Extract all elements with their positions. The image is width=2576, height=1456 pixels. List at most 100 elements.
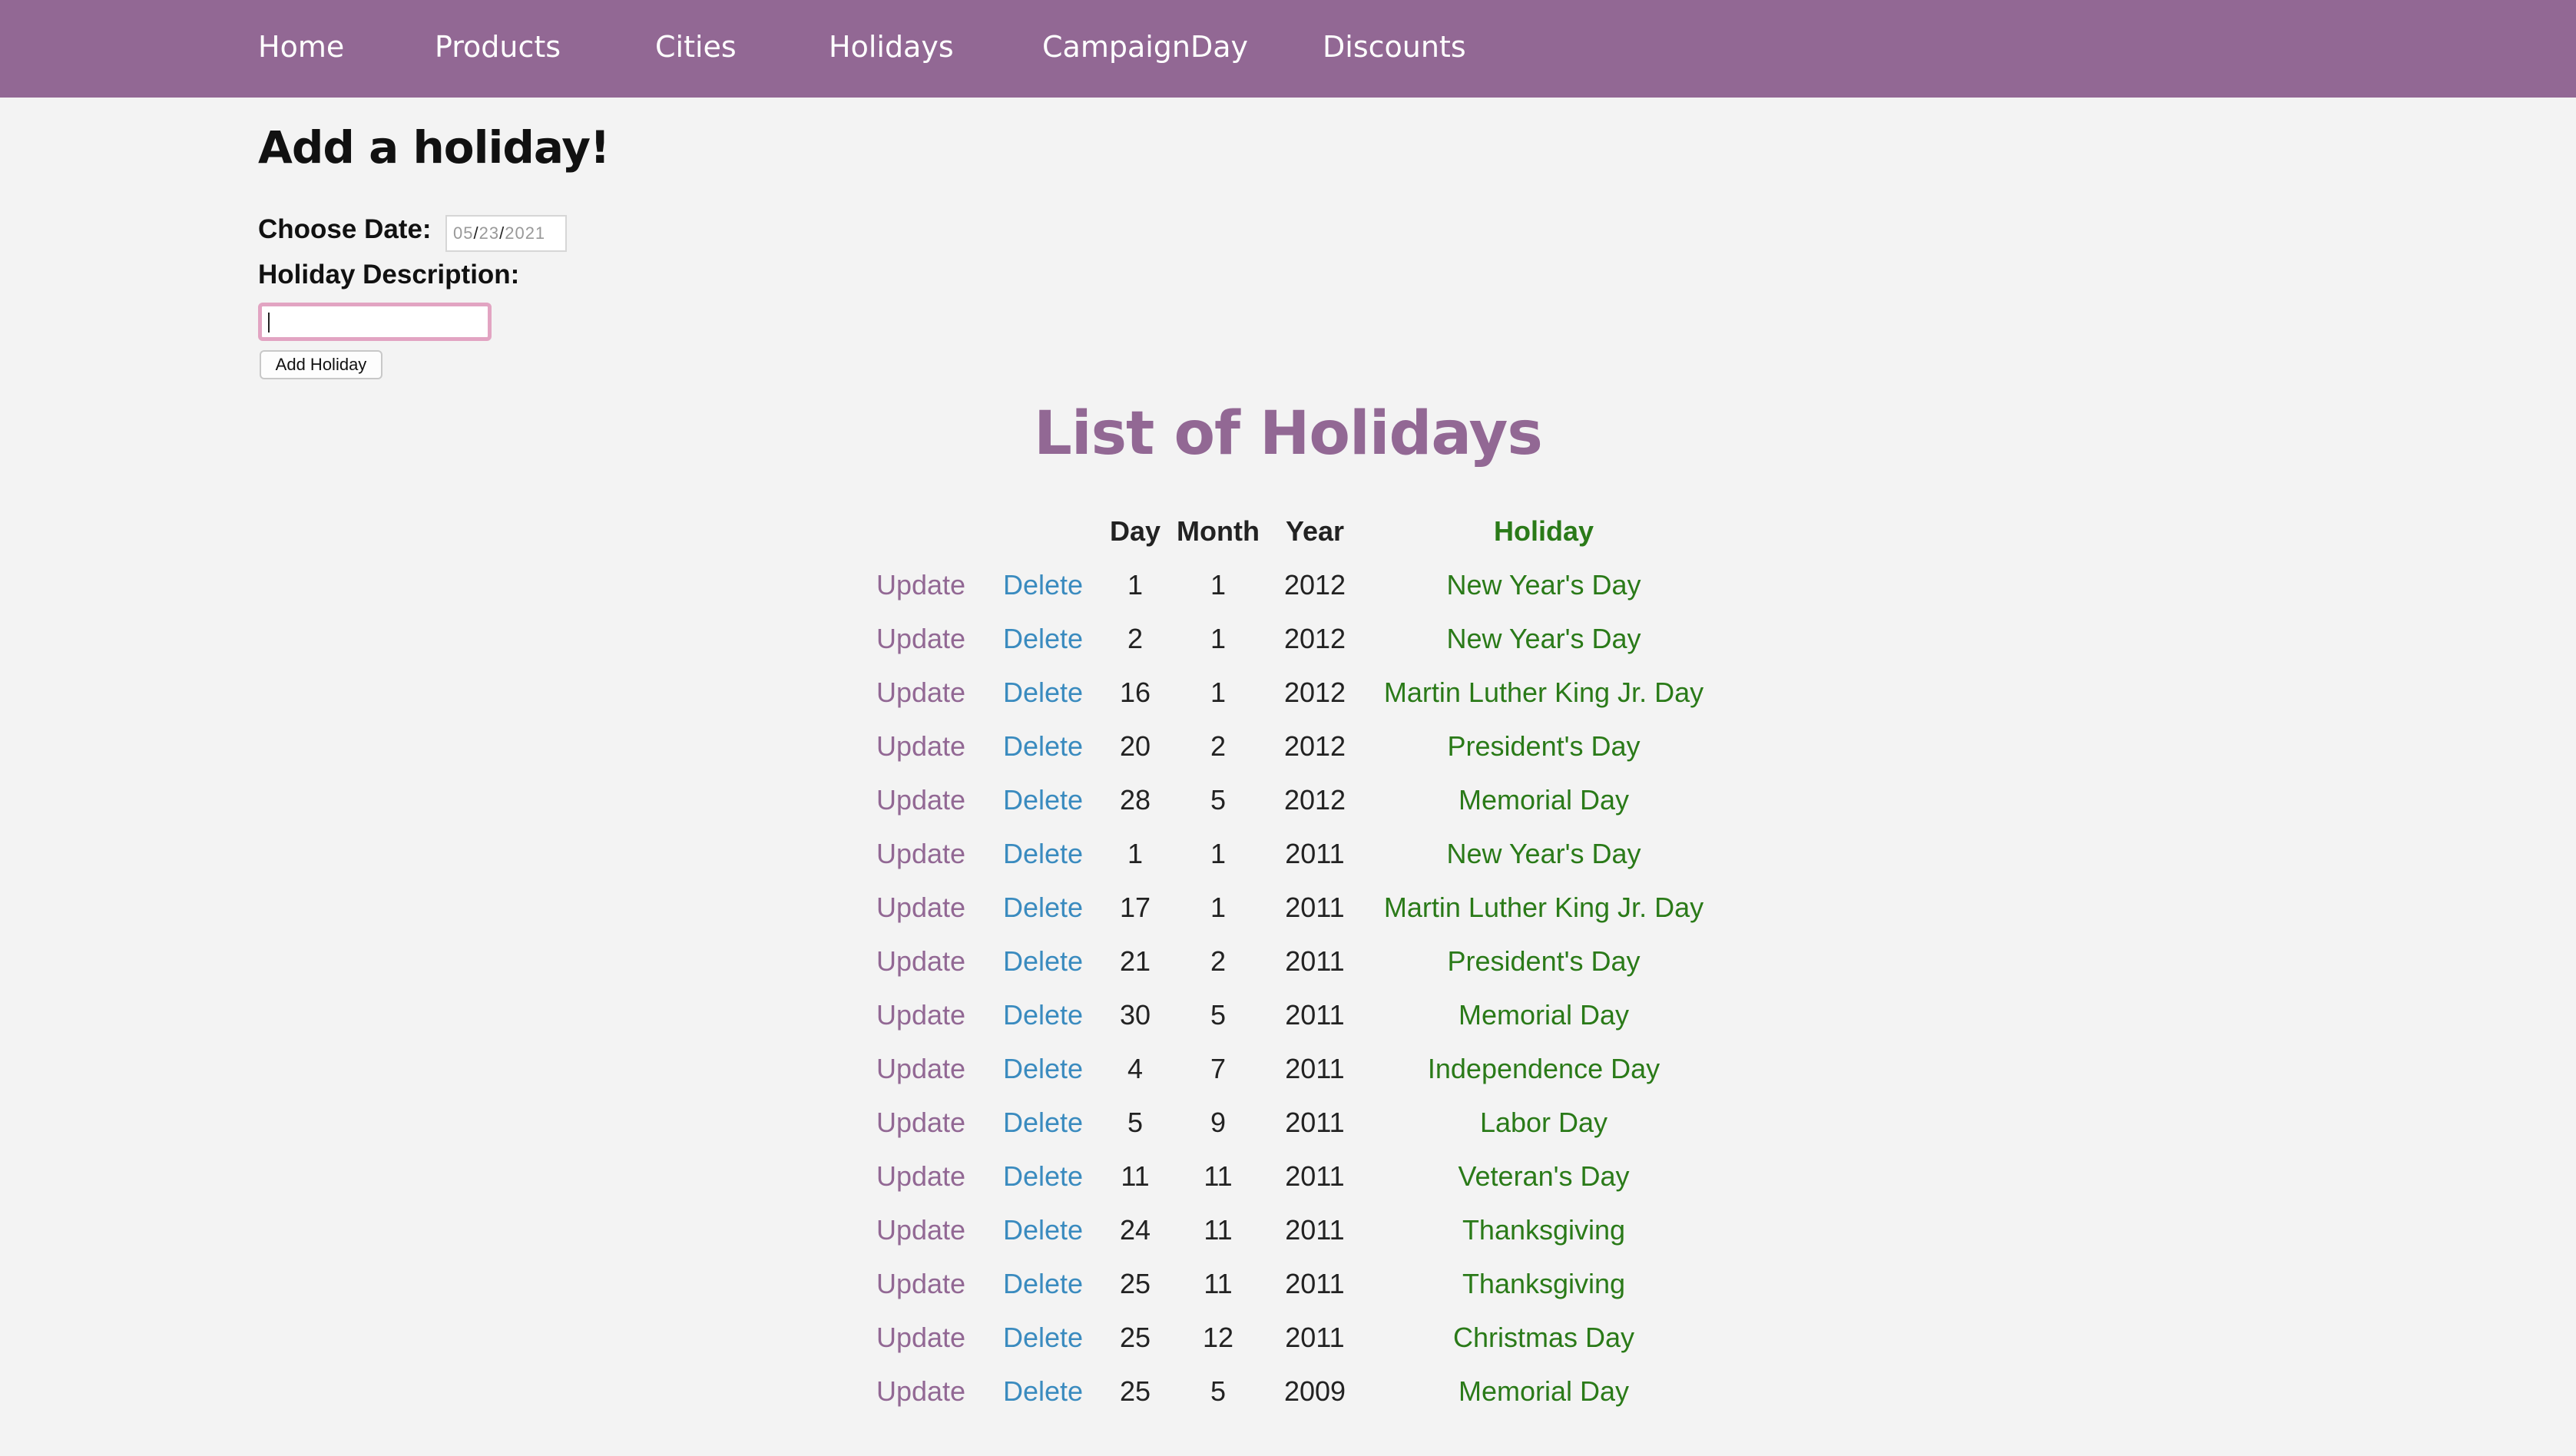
cell-month: 11 (1204, 1268, 1233, 1299)
update-link[interactable]: Update (853, 988, 989, 1042)
table-row: Update Delete 30 5 2011 Memorial Day (0, 988, 2576, 1042)
cell-year: 2011 (1285, 945, 1345, 977)
cell-holiday: New Year's Day (1446, 838, 1641, 869)
update-link[interactable]: Update (853, 1042, 989, 1096)
cell-year: 2012 (1283, 730, 1346, 762)
delete-link[interactable]: Delete (991, 1203, 1095, 1257)
cell-month: 1 (1210, 677, 1227, 708)
cell-year: 2012 (1283, 677, 1346, 708)
holiday-table: Update Delete 1 1 2012 New Year's Day Update De… (0, 0, 2576, 1456)
cell-year: 2012 (1283, 623, 1346, 654)
cell-day: 1 (1127, 569, 1144, 601)
cell-holiday: Memorial Day (1458, 784, 1630, 816)
update-link[interactable]: Update (853, 935, 989, 988)
cell-day: 30 (1119, 999, 1151, 1031)
update-link[interactable]: Update (853, 1203, 989, 1257)
cell-day: 2 (1127, 623, 1144, 654)
delete-link[interactable]: Delete (991, 881, 1095, 935)
table-row: Update Delete 28 5 2012 Memorial Day (0, 773, 2576, 827)
update-link[interactable]: Update (853, 1311, 989, 1365)
delete-link[interactable]: Delete (991, 827, 1095, 881)
update-link[interactable]: Update (853, 612, 989, 666)
table-row: Update Delete 4 7 2011 Independence Day (0, 1042, 2576, 1096)
cell-month: 2 (1210, 945, 1227, 977)
cell-month: 5 (1210, 784, 1227, 816)
cell-holiday: Christmas Day (1452, 1322, 1635, 1353)
cell-year: 2011 (1285, 838, 1345, 869)
table-row: Update Delete 16 1 2012 Martin Luther King Jr… (0, 666, 2576, 720)
cell-year: 2011 (1285, 1214, 1345, 1246)
table-row: Update Delete 25 11 2011 Thanksgiving (0, 1257, 2576, 1311)
cell-year: 2011 (1285, 1107, 1345, 1138)
cell-holiday: Labor Day (1479, 1107, 1608, 1138)
cell-day: 17 (1119, 892, 1151, 923)
cell-day: 20 (1119, 730, 1151, 762)
update-link[interactable]: Update (853, 1365, 989, 1418)
table-row: Update Delete 11 11 2011 Veteran's Day (0, 1150, 2576, 1203)
update-link[interactable]: Update (853, 558, 989, 612)
delete-link[interactable]: Delete (991, 1365, 1095, 1418)
delete-link[interactable]: Delete (991, 773, 1095, 827)
cell-month: 1 (1210, 892, 1227, 923)
update-link[interactable]: Update (853, 666, 989, 720)
update-link[interactable]: Update (853, 1150, 989, 1203)
cell-month: 2 (1210, 730, 1227, 762)
update-link[interactable]: Update (853, 827, 989, 881)
delete-link[interactable]: Delete (991, 612, 1095, 666)
update-link[interactable]: Update (853, 881, 989, 935)
cell-year: 2012 (1283, 569, 1346, 601)
update-link[interactable]: Update (853, 1096, 989, 1150)
cell-day: 5 (1127, 1107, 1144, 1138)
delete-link[interactable]: Delete (991, 988, 1095, 1042)
cell-month: 11 (1204, 1214, 1233, 1246)
cell-holiday: Martin Luther King Jr. Day (1383, 677, 1704, 708)
cell-month: 9 (1210, 1107, 1227, 1138)
update-link[interactable]: Update (853, 1257, 989, 1311)
cell-year: 2011 (1285, 1322, 1345, 1353)
delete-link[interactable]: Delete (991, 1311, 1095, 1365)
delete-link[interactable]: Delete (991, 1257, 1095, 1311)
delete-link[interactable]: Delete (991, 558, 1095, 612)
delete-link[interactable]: Delete (991, 720, 1095, 773)
update-link[interactable]: Update (853, 773, 989, 827)
table-row: Update Delete 25 12 2011 Christmas Day (0, 1311, 2576, 1365)
delete-link[interactable]: Delete (991, 1150, 1095, 1203)
update-link[interactable]: Update (853, 720, 989, 773)
delete-link[interactable]: Delete (991, 1042, 1095, 1096)
table-row: Update Delete 21 2 2011 President's Day (0, 935, 2576, 988)
cell-year: 2011 (1285, 1053, 1345, 1084)
cell-year: 2011 (1285, 892, 1345, 923)
cell-holiday: Thanksgiving (1462, 1268, 1626, 1299)
cell-day: 24 (1119, 1214, 1151, 1246)
cell-year: 2011 (1285, 1268, 1345, 1299)
cell-month: 5 (1210, 999, 1227, 1031)
table-row: Update Delete 1 1 2012 New Year's Day (0, 558, 2576, 612)
delete-link[interactable]: Delete (991, 935, 1095, 988)
table-row: Update Delete 17 1 2011 Martin Luther King Jr… (0, 881, 2576, 935)
cell-holiday: New Year's Day (1446, 623, 1641, 654)
cell-day: 25 (1119, 1268, 1151, 1299)
cell-day: 25 (1119, 1322, 1151, 1353)
cell-day: 1 (1127, 838, 1144, 869)
table-row: Update Delete 1 1 2011 New Year's Day (0, 827, 2576, 881)
cell-day: 28 (1119, 784, 1151, 816)
cell-holiday: President's Day (1447, 945, 1641, 977)
delete-link[interactable]: Delete (991, 666, 1095, 720)
cell-month: 5 (1210, 1375, 1227, 1407)
cell-year: 2009 (1283, 1375, 1346, 1407)
cell-day: 16 (1119, 677, 1151, 708)
cell-day: 4 (1127, 1053, 1144, 1084)
cell-day: 25 (1119, 1375, 1151, 1407)
cell-holiday: Independence Day (1427, 1053, 1660, 1084)
cell-holiday: Veteran's Day (1458, 1160, 1630, 1192)
cell-holiday: Memorial Day (1458, 1375, 1630, 1407)
cell-month: 1 (1210, 838, 1227, 869)
cell-month: 7 (1210, 1053, 1227, 1084)
cell-holiday: Martin Luther King Jr. Day (1383, 892, 1704, 923)
table-row: Update Delete 5 9 2011 Labor Day (0, 1096, 2576, 1150)
delete-link[interactable]: Delete (991, 1096, 1095, 1150)
cell-holiday: Thanksgiving (1462, 1214, 1626, 1246)
cell-day: 21 (1119, 945, 1151, 977)
cell-month: 1 (1210, 623, 1227, 654)
table-row: Update Delete 20 2 2012 President's Day (0, 720, 2576, 773)
